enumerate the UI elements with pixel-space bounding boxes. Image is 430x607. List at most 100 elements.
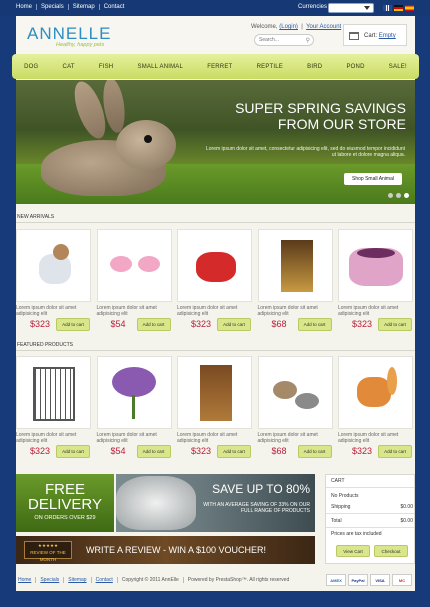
footer-link-sitemap[interactable]: Sitemap <box>64 577 92 583</box>
your-account-link[interactable]: Your Account <box>306 24 341 30</box>
flag-es-icon[interactable] <box>405 5 414 11</box>
product-card: Lorem ipsum dolor sit amet adipisicing e… <box>257 356 335 466</box>
stars-icon: ★★★★★ <box>37 543 59 548</box>
top-link-sitemap[interactable]: Sitemap <box>69 4 100 10</box>
total-label: Total <box>331 518 342 524</box>
footer-link-specials[interactable]: Specials <box>36 577 65 583</box>
visa-icon: VISA <box>370 574 390 586</box>
product-price: $323 <box>191 319 212 329</box>
currencies-label: Currencies <box>298 4 328 10</box>
product-image[interactable] <box>257 356 333 429</box>
flag-uk-icon[interactable] <box>383 5 392 11</box>
cart-icon <box>349 32 359 40</box>
paypal-icon: PayPal <box>348 574 368 586</box>
total-row: Total $0.00 <box>331 518 413 524</box>
add-to-cart-button[interactable]: Add to cart <box>297 318 332 331</box>
add-to-cart-button[interactable]: Add to cart <box>217 445 251 458</box>
search-input[interactable] <box>255 35 303 45</box>
tagline: Healthy, happy pets <box>56 42 105 48</box>
chevron-down-icon <box>364 6 370 10</box>
header-cart[interactable]: Cart: Empty <box>343 24 407 46</box>
login-link[interactable]: (Login) <box>279 24 298 30</box>
footer-link-home[interactable]: Home <box>18 577 37 583</box>
search-icon[interactable]: ⚲ <box>306 37 310 44</box>
no-products-text: No Products <box>331 493 359 499</box>
product-price: $54 <box>110 446 126 456</box>
product-desc[interactable]: Lorem ipsum dolor sit amet adipisicing e… <box>177 305 251 317</box>
footer-link-contact[interactable]: Contact <box>92 577 118 583</box>
payment-cards: AMEX PayPal VISA MC <box>326 574 412 586</box>
review-banner[interactable]: ★★★★★ REVIEW OF THE MONTH WRITE A REVIEW… <box>16 536 315 564</box>
nav-item-dog[interactable]: DOG <box>24 64 38 70</box>
add-to-cart-button[interactable]: Add to cart <box>378 445 412 458</box>
product-desc[interactable]: Lorem ipsum dolor sit amet adipisicing e… <box>97 305 171 317</box>
add-to-cart-button[interactable]: Add to cart <box>378 318 412 331</box>
divider <box>326 527 414 528</box>
nav-item-small-animal[interactable]: SMALL ANIMAL <box>138 64 184 70</box>
flag-de-icon[interactable] <box>394 5 403 11</box>
nav-item-ferret[interactable]: FERRET <box>207 64 232 70</box>
product-desc[interactable]: Lorem ipsum dolor sit amet adipisicing e… <box>16 305 90 317</box>
nav-item-fish[interactable]: FISH <box>99 64 113 70</box>
product-image[interactable] <box>16 229 91 302</box>
product-image[interactable] <box>96 229 172 302</box>
free-delivery-banner[interactable]: FREE DELIVERY ON ORDERS OVER $29 <box>16 474 114 532</box>
product-image[interactable] <box>177 229 252 302</box>
product-price: $68 <box>271 319 287 329</box>
add-to-cart-button[interactable]: Add to cart <box>56 318 90 331</box>
product-image[interactable] <box>96 356 172 429</box>
nav-item-bird[interactable]: BIRD <box>307 64 322 70</box>
cart-label: Cart: Empty <box>364 33 396 39</box>
currency-select[interactable] <box>328 3 374 13</box>
slider-dot[interactable] <box>388 193 393 198</box>
product-image[interactable] <box>257 229 333 302</box>
free-delivery-heading: FREE DELIVERY <box>28 481 102 513</box>
slider-dot-active[interactable] <box>404 193 409 198</box>
product-desc[interactable]: Lorem ipsum dolor sit amet adipisicing e… <box>16 432 90 444</box>
shop-small-animal-button[interactable]: Shop Small Animal <box>344 173 402 185</box>
cart-widget: CART No Products Shipping $0.00 Total $0… <box>325 474 415 564</box>
logo[interactable]: ANNELLE <box>27 24 111 44</box>
checkout-button[interactable]: Checkout <box>374 545 408 557</box>
add-to-cart-button[interactable]: Add to cart <box>136 445 171 458</box>
view-cart-button[interactable]: View Cart <box>336 545 370 557</box>
product-image[interactable] <box>16 356 91 429</box>
review-text: WRITE A REVIEW - WIN A $100 VOUCHER! <box>86 545 267 555</box>
add-to-cart-button[interactable]: Add to cart <box>136 318 171 331</box>
cart-products-row: No Products <box>331 493 413 499</box>
add-to-cart-button[interactable]: Add to cart <box>56 445 90 458</box>
new-arrivals-list: Lorem ipsum dolor sit amet adipisicing e… <box>16 229 415 339</box>
product-image[interactable] <box>338 356 413 429</box>
header: ANNELLE Healthy, happy pets Welcome, (Lo… <box>16 16 415 54</box>
top-link-specials[interactable]: Specials <box>37 4 69 10</box>
divider <box>16 222 415 223</box>
nav-item-reptile[interactable]: REPTILE <box>257 64 283 70</box>
product-desc[interactable]: Lorem ipsum dolor sit amet adipisicing e… <box>258 305 332 317</box>
product-desc[interactable]: Lorem ipsum dolor sit amet adipisicing e… <box>97 432 171 444</box>
language-flags <box>383 5 414 11</box>
product-desc[interactable]: Lorem ipsum dolor sit amet adipisicing e… <box>338 305 412 317</box>
nav-item-pond[interactable]: POND <box>346 64 364 70</box>
top-link-home[interactable]: Home <box>16 4 38 10</box>
bunny-head <box>116 120 176 170</box>
divider <box>326 487 414 488</box>
add-to-cart-button[interactable]: Add to cart <box>217 318 251 331</box>
free-delivery-subtext: ON ORDERS OVER $29 <box>34 515 96 521</box>
product-card: Lorem ipsum dolor sit amet adipisicing e… <box>96 356 174 466</box>
save-subtext: WITH AN AVERAGE SAVING OF 33% ON OUR FUL… <box>203 502 310 514</box>
product-desc[interactable]: Lorem ipsum dolor sit amet adipisicing e… <box>338 432 412 444</box>
slider-dot[interactable] <box>396 193 401 198</box>
nav-item-sale[interactable]: SALE! <box>389 64 407 70</box>
product-image[interactable] <box>338 229 413 302</box>
save-banner[interactable]: SAVE UP TO 80% WITH AN AVERAGE SAVING OF… <box>116 474 315 532</box>
product-image[interactable] <box>177 356 252 429</box>
cart-label-text: Cart: <box>364 33 378 39</box>
cart-status[interactable]: Empty <box>379 33 396 39</box>
tax-note-row: Prices are tax included <box>331 531 413 537</box>
nav-item-cat[interactable]: CAT <box>63 64 75 70</box>
hero-subtext: Lorem ipsum dolor sit amet, consectetur … <box>206 146 405 158</box>
add-to-cart-button[interactable]: Add to cart <box>297 445 332 458</box>
product-desc[interactable]: Lorem ipsum dolor sit amet adipisicing e… <box>177 432 251 444</box>
product-desc[interactable]: Lorem ipsum dolor sit amet adipisicing e… <box>258 432 332 444</box>
top-link-contact[interactable]: Contact <box>100 4 129 10</box>
